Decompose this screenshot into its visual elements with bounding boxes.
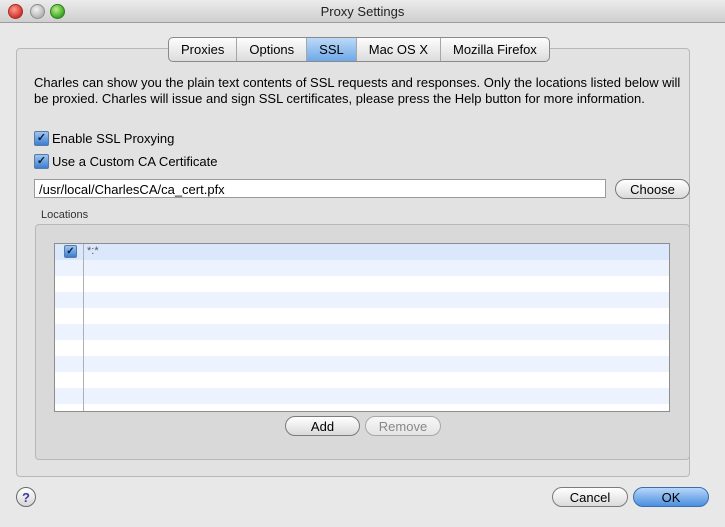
tab-bar: Proxies Options SSL Mac OS X Mozilla Fir… — [168, 37, 550, 62]
empty-row — [55, 356, 669, 372]
tab-mac-os-x[interactable]: Mac OS X — [357, 38, 441, 61]
column-divider — [83, 244, 84, 411]
empty-row — [55, 292, 669, 308]
remove-button[interactable]: Remove — [365, 416, 441, 436]
checkmark-icon: ✓ — [66, 246, 75, 257]
empty-row — [55, 340, 669, 356]
ssl-description: Charles can show you the plain text cont… — [34, 75, 681, 106]
empty-row — [55, 260, 669, 276]
cancel-button[interactable]: Cancel — [552, 487, 628, 507]
choose-button[interactable]: Choose — [615, 179, 690, 199]
add-button[interactable]: Add — [285, 416, 360, 436]
table-row[interactable]: ✓ *:* — [55, 244, 669, 260]
empty-row — [55, 324, 669, 340]
ca-path-field[interactable]: /usr/local/CharlesCA/ca_cert.pfx — [34, 179, 606, 198]
tab-options[interactable]: Options — [237, 38, 308, 61]
empty-row — [55, 276, 669, 292]
location-enabled-checkbox[interactable]: ✓ — [64, 245, 77, 258]
location-host: *:* — [87, 245, 99, 257]
custom-ca-label: Use a Custom CA Certificate — [52, 154, 218, 169]
locations-label: Locations — [41, 209, 89, 221]
locations-table[interactable]: ✓ *:* — [54, 243, 670, 412]
window-title: Proxy Settings — [320, 4, 405, 19]
tab-ssl[interactable]: SSL — [307, 38, 357, 61]
enable-ssl-checkbox[interactable]: ✓ — [34, 131, 49, 146]
tab-mozilla-firefox[interactable]: Mozilla Firefox — [441, 38, 549, 61]
tab-proxies[interactable]: Proxies — [169, 38, 238, 61]
empty-row — [55, 388, 669, 404]
checkmark-icon: ✓ — [36, 155, 47, 167]
enable-ssl-label: Enable SSL Proxying — [52, 131, 175, 146]
checkmark-icon: ✓ — [36, 132, 47, 144]
question-icon[interactable]: ? — [16, 487, 36, 507]
title-bar: Proxy Settings — [0, 0, 725, 23]
empty-row — [55, 372, 669, 388]
custom-ca-checkbox[interactable]: ✓ — [34, 154, 49, 169]
ok-button[interactable]: OK — [633, 487, 709, 507]
empty-row — [55, 308, 669, 324]
